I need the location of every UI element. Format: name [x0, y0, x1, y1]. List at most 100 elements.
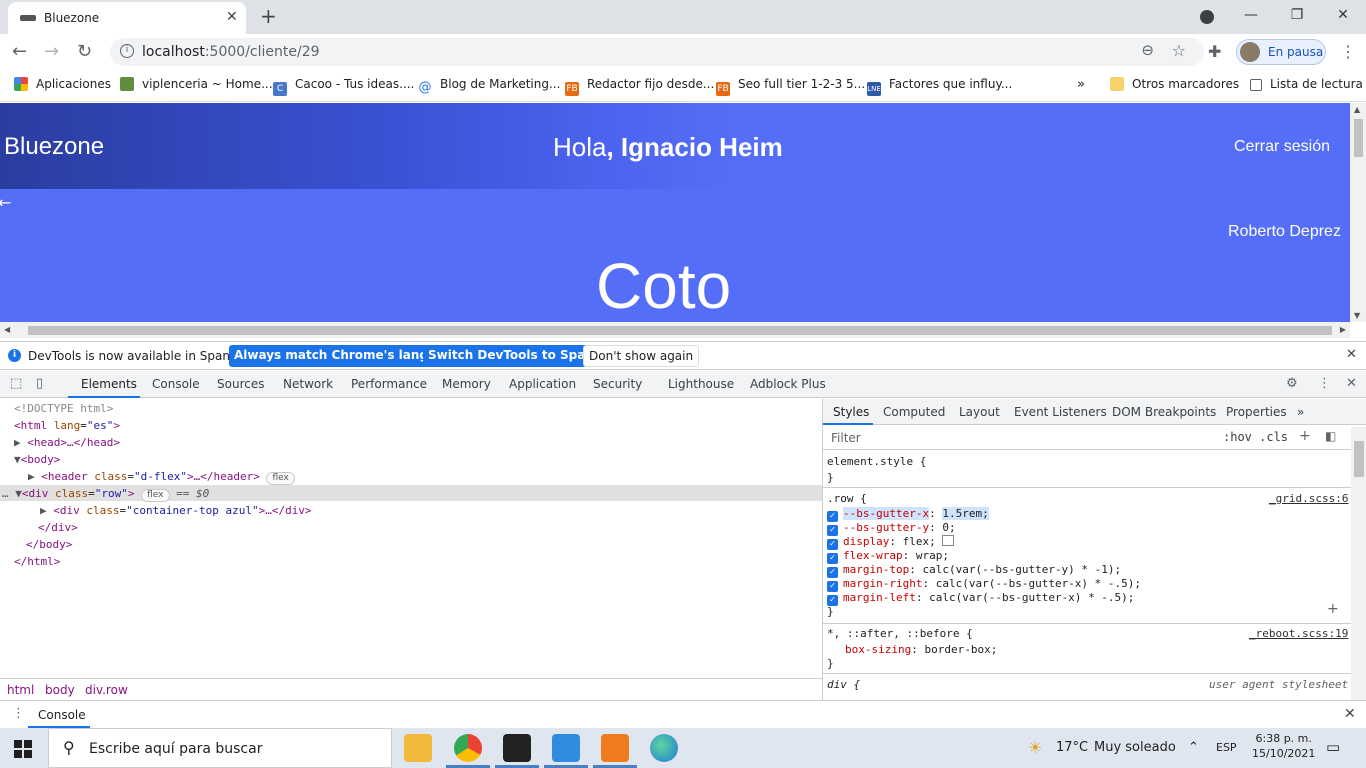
taskbar-search[interactable]: ⚲ Escribe aquí para buscar [48, 728, 392, 768]
reload-icon[interactable]: ↻ [77, 41, 92, 62]
bookmark-item[interactable]: viplenceria ~ Home... [120, 77, 273, 91]
system-clock[interactable]: 6:38 p. m. 15/10/2021 [1252, 731, 1315, 761]
weather-text[interactable]: Muy soleado [1094, 740, 1176, 755]
styles-scrollbar[interactable] [1351, 427, 1366, 700]
dont-show-again-button[interactable]: Don't show again [583, 345, 700, 367]
universal-rule-selector[interactable]: *, ::after, ::before { [827, 627, 973, 640]
dom-header-node[interactable]: ▶ <header class="d-flex">…</header> flex [28, 470, 295, 485]
tab-layout[interactable]: Layout [959, 405, 1000, 419]
scrollbar-thumb[interactable] [1354, 119, 1363, 157]
settings-gear-icon[interactable]: ⚙ [1286, 376, 1298, 391]
tab-network[interactable]: Network [283, 377, 333, 391]
brand-logo[interactable]: Bluezone [4, 133, 104, 161]
weather-temp[interactable]: 17°C [1056, 740, 1088, 755]
tab-properties[interactable]: Properties [1226, 405, 1287, 419]
dom-doctype[interactable]: <!DOCTYPE html> [14, 402, 113, 415]
tab-event-listeners[interactable]: Event Listeners [1014, 405, 1107, 419]
more-options-icon[interactable]: ⋮ [1318, 376, 1331, 391]
dom-html-close[interactable]: </html> [14, 555, 60, 568]
forward-icon[interactable]: → [44, 41, 59, 62]
bookmark-item[interactable]: @ Blog de Marketing... [418, 77, 560, 95]
dom-row-node[interactable]: … ▼<div class="row"> flex == $0 [2, 487, 209, 502]
filter-input[interactable]: Filter [831, 431, 861, 445]
restore-icon[interactable]: ❐ [1274, 0, 1320, 32]
css-property[interactable]: ✓ margin-left: calc(var(--bs-gutter-x) * … [827, 591, 1134, 606]
toggle-sidebar-icon[interactable]: ◧ [1325, 429, 1336, 443]
device-toolbar-icon[interactable]: ▯ [36, 376, 43, 391]
terminal-icon[interactable] [503, 734, 531, 762]
scrollbar-thumb[interactable] [1354, 441, 1364, 477]
dom-container-node[interactable]: ▶ <div class="container-top azul">…</div… [40, 504, 312, 517]
search-input[interactable]: Escribe aquí para buscar [89, 741, 262, 757]
css-property[interactable]: ✓ margin-top: calc(var(--bs-gutter-y) * -… [827, 563, 1121, 578]
css-property[interactable]: ✓ flex-wrap: wrap; [827, 549, 949, 564]
tab-lighthouse[interactable]: Lighthouse [668, 377, 734, 391]
tab-elements[interactable]: Elements [81, 377, 137, 391]
back-icon[interactable]: ← [12, 41, 27, 62]
styles-filter[interactable]: Filter :hov .cls + ◧ [823, 426, 1366, 450]
address-bar[interactable]: i localhost:5000/cliente/29 ⊖ ☆ [110, 38, 1204, 66]
file-explorer-icon[interactable] [404, 734, 432, 762]
flex-badge[interactable]: flex [141, 489, 170, 502]
bookmark-other[interactable]: Otros marcadores [1110, 77, 1239, 91]
more-tabs-icon[interactable]: » [1297, 405, 1304, 419]
close-window-icon[interactable]: ✕ [1320, 0, 1366, 32]
breadcrumb-body[interactable]: body [45, 683, 75, 697]
bookmark-item[interactable]: FB Redactor fijo desde... [565, 77, 714, 96]
tab-sources[interactable]: Sources [217, 377, 264, 391]
scrollbar-thumb[interactable] [28, 326, 1332, 335]
row-rule-source-link[interactable]: _grid.scss:6 [1269, 492, 1348, 505]
logout-link[interactable]: Cerrar sesión [1234, 138, 1330, 156]
flexbox-editor-icon[interactable] [942, 535, 955, 546]
row-rule-selector[interactable]: .row { [827, 492, 867, 505]
css-property[interactable]: ✓ --bs-gutter-x: 1.5rem; [827, 507, 989, 522]
profile-button[interactable]: En pausa [1236, 39, 1326, 65]
close-infobar-icon[interactable]: ✕ [1346, 347, 1357, 362]
tab-security[interactable]: Security [593, 377, 642, 391]
scroll-left-icon[interactable]: ◀ [4, 325, 10, 334]
browser-tab[interactable]: Bluezone ✕ [8, 2, 246, 34]
bookmark-item[interactable]: C Cacoo - Tus ideas.... [273, 77, 414, 96]
reboot-source-link[interactable]: _reboot.scss:19 [1249, 627, 1348, 640]
dom-head-node[interactable]: ▶ <head>…</head> [14, 436, 120, 449]
minimize-icon[interactable]: — [1228, 0, 1274, 32]
close-devtools-icon[interactable]: ✕ [1346, 376, 1357, 391]
css-property[interactable]: ✓ --bs-gutter-y: 0; [827, 521, 956, 536]
tab-console[interactable]: Console [152, 377, 200, 391]
tab-adblock-plus[interactable]: Adblock Plus [750, 377, 826, 391]
extensions-icon[interactable]: ✚ [1208, 42, 1221, 61]
xampp-icon[interactable] [601, 734, 629, 762]
tab-memory[interactable]: Memory [442, 377, 491, 391]
url-text[interactable]: localhost:5000/cliente/29 [142, 44, 320, 60]
windows-start-icon[interactable] [14, 740, 32, 758]
bookmark-apps[interactable]: Aplicaciones [14, 77, 111, 91]
new-tab-icon[interactable]: + [260, 4, 277, 28]
tab-styles[interactable]: Styles [833, 405, 869, 419]
scroll-down-icon[interactable]: ▼ [1354, 311, 1360, 320]
tab-search-icon[interactable] [1200, 10, 1214, 24]
weather-icon[interactable]: ☀ [1028, 738, 1042, 757]
tab-application[interactable]: Application [509, 377, 576, 391]
chrome-icon[interactable] [454, 734, 482, 762]
dom-body-close[interactable]: </body> [26, 538, 72, 551]
notifications-icon[interactable]: ▭ [1326, 738, 1340, 756]
css-property[interactable]: box-sizing: border-box; [845, 643, 997, 656]
inspect-element-icon[interactable]: ⬚ [10, 376, 22, 391]
new-rule-icon[interactable]: + [1299, 428, 1311, 444]
breadcrumb-html[interactable]: html [7, 683, 34, 697]
css-property[interactable]: ✓ display: flex; [827, 535, 955, 550]
edge-icon[interactable] [650, 734, 678, 762]
scroll-up-icon[interactable]: ▲ [1354, 105, 1360, 114]
flex-badge[interactable]: flex [266, 472, 295, 485]
tab-computed[interactable]: Computed [883, 405, 945, 419]
vscode-icon[interactable] [552, 734, 580, 762]
back-arrow-icon[interactable]: ← [0, 193, 11, 212]
scroll-right-icon[interactable]: ▶ [1340, 325, 1346, 334]
dom-body-node[interactable]: ▼<body> [14, 453, 60, 466]
dom-html-node[interactable]: <html lang="es"> [14, 419, 120, 432]
add-property-icon[interactable]: + [1327, 601, 1339, 617]
drawer-tab-console[interactable]: Console [38, 708, 86, 722]
bookmark-star-icon[interactable]: ☆ [1172, 41, 1186, 60]
tray-chevron-up-icon[interactable]: ⌃ [1188, 740, 1199, 755]
reading-list[interactable]: Lista de lectura [1250, 77, 1363, 91]
